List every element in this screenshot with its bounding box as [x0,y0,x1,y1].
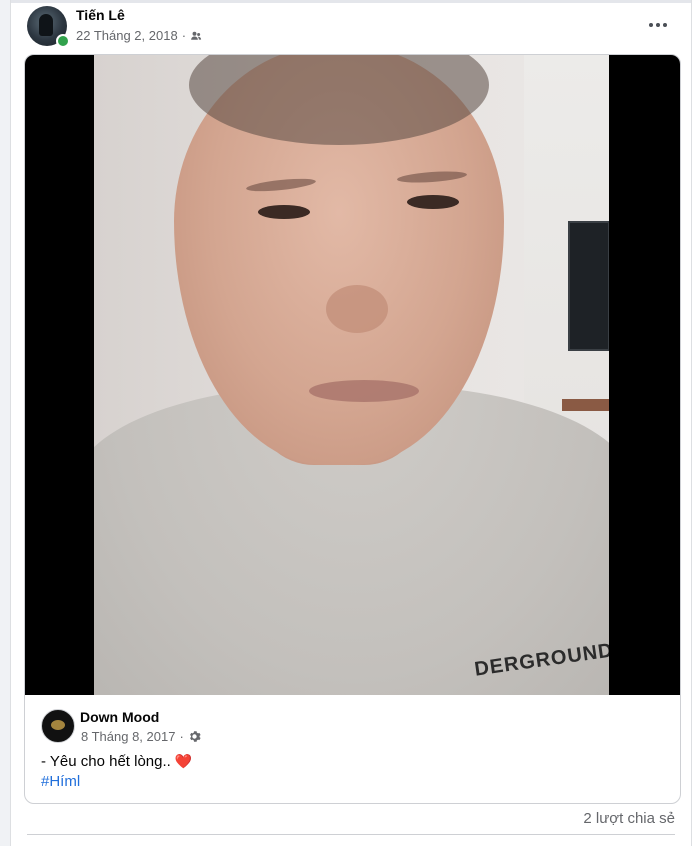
shared-post-date[interactable]: 8 Tháng 8, 2017 [81,729,175,744]
more-options-button[interactable] [643,12,673,38]
shared-post-meta: 8 Tháng 8, 2017 · [81,729,201,744]
more-dot [649,23,653,27]
shared-post-text: - Yêu cho hết lòng.. ❤️ [41,753,192,770]
background-shelf [562,399,609,411]
friends-icon[interactable] [190,30,202,42]
background-tv [568,221,609,351]
page-logo-mark [51,720,65,730]
card-top-border [11,0,691,3]
more-dot [663,23,667,27]
video-frame: DERGROUND [94,55,609,695]
settings-gear-icon[interactable] [188,730,201,743]
meta-separator: · [179,729,184,744]
person-nose [326,285,388,333]
post-card: Tiến Lê 22 Tháng 2, 2018 · DERGROUND Dow… [10,0,692,846]
more-dot [656,23,660,27]
person-mouth [309,380,419,402]
post-meta: 22 Tháng 2, 2018 · [76,28,202,43]
shared-post-card[interactable]: DERGROUND Down Mood 8 Tháng 8, 2017 · - … [24,54,681,804]
person-eye [407,195,459,209]
video-player[interactable]: DERGROUND [25,55,680,695]
heart-emoji-icon: ❤️ [174,753,193,769]
shared-post-message: - Yêu cho hết lòng.. [41,753,171,770]
page-avatar[interactable] [41,709,75,743]
online-status-indicator [56,34,70,48]
meta-separator: · [181,28,187,43]
avatar-figure [39,14,53,36]
page-name[interactable]: Down Mood [80,709,159,725]
post-date[interactable]: 22 Tháng 2, 2018 [76,28,178,43]
actions-divider [27,834,675,835]
share-count[interactable]: 2 lượt chia sẻ [583,810,675,827]
hashtag-link[interactable]: #Híml [41,773,80,790]
person-eye [258,205,310,219]
author-name[interactable]: Tiến Lê [76,7,125,23]
